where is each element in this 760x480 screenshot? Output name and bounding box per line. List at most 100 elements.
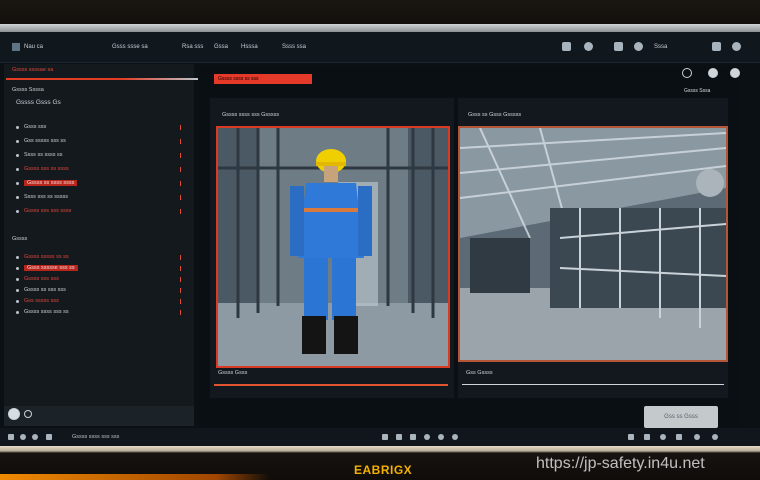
- sidebar-item-marker-icon: [180, 255, 181, 260]
- nav-icon-4[interactable]: [46, 434, 52, 440]
- camera-1-footer-line: [214, 384, 448, 386]
- profile-icon[interactable]: [732, 42, 741, 51]
- camera-2-footer-line: [462, 384, 724, 385]
- sidebar-item[interactable]: Gss sssss sss ss: [24, 138, 66, 144]
- sidebar-item-marker-icon: [180, 195, 181, 200]
- sidebar-bullet-icon: [16, 311, 19, 314]
- menu-item-1[interactable]: Rsa sss: [182, 44, 203, 50]
- menu-item-3[interactable]: Hsssa: [241, 44, 258, 50]
- screen: Nau ca Gsss ssse sa Rsa sss Gssa Hsssa S…: [0, 32, 760, 446]
- sidebar-item-marker-icon: [180, 139, 181, 144]
- tool-icon-6[interactable]: [712, 434, 718, 440]
- sidebar-item[interactable]: Gsss sss: [24, 124, 46, 130]
- sidebar-item-marker-icon: [180, 277, 181, 282]
- top-bar: Nau ca Gsss ssse sa Rsa sss Gssa Hsssa S…: [0, 32, 760, 63]
- playback-icon-5[interactable]: [438, 434, 444, 440]
- top-right-label[interactable]: Sssa: [654, 44, 667, 50]
- app-logo-icon: [12, 43, 20, 51]
- sidebar-section2-title: Gssss: [12, 236, 28, 242]
- play-button[interactable]: Gss ss Gsss: [644, 406, 718, 428]
- sidebar-item-marker-icon: [180, 167, 181, 172]
- window-icon[interactable]: [712, 42, 721, 51]
- sidebar-bullet-icon: [16, 126, 19, 129]
- sidebar-divider: [6, 78, 198, 80]
- sidebar-bullet-icon: [16, 267, 19, 270]
- sidebar-item-marker-icon: [180, 153, 181, 158]
- sidebar-item[interactable]: Gssss ss sss sss: [24, 287, 66, 293]
- sidebar-bullet-icon: [16, 154, 19, 157]
- sidebar-group-title: Gssss Ssssa: [12, 87, 44, 93]
- breadcrumb[interactable]: Gsss ssse sa: [112, 44, 148, 50]
- gear-icon[interactable]: [562, 42, 571, 51]
- playback-icon-1[interactable]: [382, 434, 388, 440]
- watermark-text: https://jp-safety.in4u.net: [536, 455, 705, 472]
- sidebar: [4, 64, 194, 426]
- sidebar-group-sub: Gssss Gsss Gs: [16, 99, 61, 106]
- sidebar-bullet-icon: [16, 300, 19, 303]
- orange-light-strip: [0, 474, 270, 480]
- menu-item-2[interactable]: Gssa: [214, 44, 228, 50]
- sidebar-item[interactable]: Gssss sssss ss ss: [24, 254, 69, 260]
- app-title: Nau ca: [24, 44, 44, 50]
- camera-1-footer: Gssss Gsss: [218, 370, 248, 376]
- sidebar-item-marker-icon: [180, 181, 181, 186]
- monitor-brand-logo: EABRIGX: [354, 463, 413, 477]
- sidebar-bullet-icon: [16, 140, 19, 143]
- playback-icon-6[interactable]: [452, 434, 458, 440]
- sidebar-section-header: Gssss ssssae sa: [12, 67, 54, 73]
- camera-1-frame[interactable]: [216, 126, 450, 368]
- sidebar-toggle-icon[interactable]: [8, 408, 20, 420]
- view-toggle-icon[interactable]: [682, 68, 692, 78]
- camera-2-footer: Gss Gssss: [466, 370, 493, 376]
- monitor-bezel-light: [0, 24, 760, 32]
- tool-icon-4[interactable]: [676, 434, 682, 440]
- sidebar-option-icon[interactable]: [24, 410, 32, 418]
- user-icon[interactable]: [584, 42, 593, 51]
- bottom-status: Gssss ssss sss sss: [72, 434, 120, 440]
- camera-1-feed: [218, 128, 448, 366]
- sidebar-item[interactable]: Gssss ss ssss ssss: [24, 180, 78, 186]
- sidebar-bullet-icon: [16, 278, 19, 281]
- sidebar-bullet-icon: [16, 256, 19, 259]
- sidebar-item[interactable]: Gssss sss sss: [24, 276, 59, 282]
- sidebar-item-marker-icon: [180, 288, 181, 293]
- sidebar-item[interactable]: Gss sssss sss: [24, 298, 59, 304]
- sidebar-bullet-icon: [16, 210, 19, 213]
- record-icon[interactable]: [708, 68, 718, 78]
- sidebar-bullet-icon: [16, 196, 19, 199]
- playback-icon-3[interactable]: [410, 434, 416, 440]
- tool-icon-5[interactable]: [694, 434, 700, 440]
- sidebar-item[interactable]: Gssss sss sss ssss: [24, 208, 71, 214]
- nav-icon-1[interactable]: [8, 434, 14, 440]
- bell-icon[interactable]: [614, 42, 623, 51]
- tool-icon-1[interactable]: [628, 434, 634, 440]
- sidebar-item[interactable]: Ssss ss ssss ss: [24, 152, 63, 158]
- sidebar-item-marker-icon: [180, 125, 181, 130]
- power-icon[interactable]: [730, 68, 740, 78]
- sidebar-item-marker-icon: [180, 299, 181, 304]
- sidebar-bullet-icon: [16, 168, 19, 171]
- sidebar-item[interactable]: Gssss ssss sss ss: [24, 309, 69, 315]
- tool-icon-3[interactable]: [660, 434, 666, 440]
- sidebar-item-marker-icon: [180, 266, 181, 271]
- playback-icon-4[interactable]: [424, 434, 430, 440]
- sidebar-item[interactable]: Gssss sss ss ssss: [24, 166, 69, 172]
- sidebar-bullet-icon: [16, 182, 19, 185]
- tool-icon-2[interactable]: [644, 434, 650, 440]
- sidebar-bullet-icon: [16, 289, 19, 292]
- sidebar-item-marker-icon: [180, 209, 181, 214]
- sidebar-bottom-bar: [4, 406, 194, 426]
- sidebar-item[interactable]: Gsss ssssse sss ss: [24, 265, 78, 271]
- camera-2-frame[interactable]: [458, 126, 728, 362]
- nav-icon-2[interactable]: [20, 434, 26, 440]
- nav-icon-3[interactable]: [32, 434, 38, 440]
- sidebar-item[interactable]: Ssss sss ss sssss: [24, 194, 68, 200]
- right-info-label: Gssss Sssa: [684, 88, 711, 94]
- camera-2-feed: [459, 127, 727, 360]
- playback-icon-2[interactable]: [396, 434, 402, 440]
- settings-icon[interactable]: [634, 42, 643, 51]
- menu-item-4[interactable]: Ssss ssa: [282, 44, 306, 50]
- camera-2-title: Gsss ss Gsss Gsssss: [468, 112, 522, 118]
- camera-1-title: Gssss ssss sss Gsssss: [222, 112, 280, 118]
- main-top-label: Gssss ssss ss sss: [214, 74, 312, 84]
